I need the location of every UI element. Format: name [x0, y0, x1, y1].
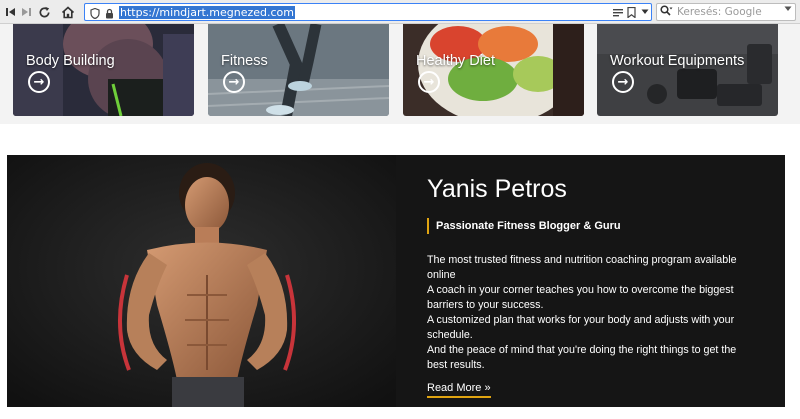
card-title: Body Building [26, 53, 115, 69]
search-box[interactable]: Keresés: Google [656, 3, 796, 21]
url-text[interactable]: https://mindjart.megnezed.com [119, 6, 296, 19]
card-title: Healthy Diet [416, 53, 495, 69]
skip-forward-icon[interactable] [16, 2, 36, 22]
profile-section: Yanis Petros Passionate Fitness Blogger … [7, 155, 785, 407]
arrow-right-icon[interactable]: → [28, 71, 50, 93]
workout-equipments-image [597, 24, 778, 116]
category-card-fitness[interactable]: Fitness → [208, 24, 389, 116]
lock-icon[interactable] [102, 6, 116, 20]
healthy-diet-image [403, 24, 584, 116]
home-icon[interactable] [58, 2, 78, 22]
url-bar[interactable]: https://mindjart.megnezed.com [84, 3, 652, 21]
description-line: And the peace of mind that you're doing … [427, 344, 737, 371]
description-line: A customized plan that works for your bo… [427, 314, 735, 341]
category-cards: Body Building → Fitness → Healthy Diet → [0, 24, 800, 124]
arrow-right-icon[interactable]: → [612, 71, 634, 93]
search-dropdown-icon[interactable] [784, 5, 792, 15]
dropdown-arrow-icon[interactable] [638, 5, 652, 19]
body-building-image [13, 24, 194, 116]
search-icon[interactable] [660, 5, 673, 20]
arrow-right-icon[interactable]: → [223, 71, 245, 93]
search-input[interactable]: Keresés: Google [677, 6, 762, 18]
reader-mode-icon[interactable] [611, 5, 625, 19]
shield-icon[interactable] [88, 6, 102, 20]
profile-photo [7, 155, 396, 407]
bookmark-icon[interactable] [624, 5, 638, 19]
fitness-image [208, 24, 389, 116]
description-line: The most trusted fitness and nutrition c… [427, 254, 737, 281]
description-line: A coach in your corner teaches you how t… [427, 284, 734, 311]
reload-icon[interactable] [34, 2, 54, 22]
profile-description: The most trusted fitness and nutrition c… [427, 253, 747, 373]
category-card-healthy-diet[interactable]: Healthy Diet → [403, 24, 584, 116]
category-card-body-building[interactable]: Body Building → [13, 24, 194, 116]
read-more-link[interactable]: Read More » [427, 382, 491, 398]
card-title: Fitness [221, 53, 268, 69]
card-title: Workout Equipments [610, 53, 745, 69]
category-card-workout-equipments[interactable]: Workout Equipments → [597, 24, 778, 116]
profile-tagline: Passionate Fitness Blogger & Guru [427, 218, 621, 234]
browser-toolbar: https://mindjart.megnezed.com Keresés: G… [0, 0, 800, 24]
profile-name: Yanis Petros [427, 175, 567, 203]
arrow-right-icon[interactable]: → [418, 71, 440, 93]
